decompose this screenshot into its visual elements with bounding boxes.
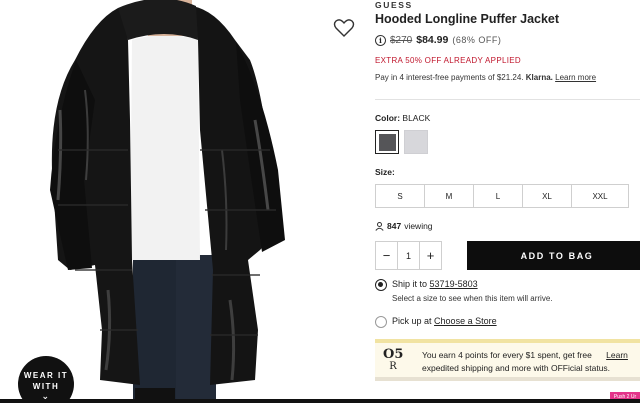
person-icon <box>375 221 384 231</box>
wishlist-heart-icon[interactable] <box>333 18 355 38</box>
size-option-xl[interactable]: XL <box>522 184 572 208</box>
pickup-option: Pick up at Choose a Store <box>392 316 497 326</box>
size-option-s[interactable]: S <box>375 184 425 208</box>
quantity-value[interactable]: 1 <box>397 241 420 270</box>
klarna-installments: Pay in 4 interest-free payments of $21.2… <box>375 73 596 82</box>
color-label-key: Color: <box>375 113 401 123</box>
product-details-panel: GUESS Hooded Longline Puffer Jacket i $2… <box>375 0 640 403</box>
klarna-text: Pay in 4 interest-free payments of $21.2… <box>375 73 524 82</box>
tshirt <box>130 35 200 260</box>
size-option-m[interactable]: M <box>424 184 474 208</box>
promo-text: EXTRA 50% OFF ALREADY APPLIED <box>375 56 521 65</box>
pickup-radio[interactable] <box>375 316 387 328</box>
rewards-line-1: You earn 4 points for every $1 spent, ge… <box>422 350 628 360</box>
viewing-count: 847 viewing <box>375 221 433 231</box>
discount-percent: (68% OFF) <box>452 35 502 45</box>
rewards-logo: O5 R <box>383 347 404 373</box>
size-option-xxl[interactable]: XXL <box>571 184 629 208</box>
divider <box>375 99 640 100</box>
add-to-bag-button[interactable]: ADD TO BAG <box>467 241 640 270</box>
viewing-label: viewing <box>404 221 433 231</box>
original-price: $270 <box>390 34 413 46</box>
zip-code-link[interactable]: 53719-5803 <box>430 279 478 289</box>
jeans-right <box>176 255 216 403</box>
ship-label: Ship it to <box>392 279 428 289</box>
rewards-logo-bottom: R <box>389 361 397 372</box>
product-brand[interactable]: GUESS <box>375 0 413 10</box>
size-option-l[interactable]: L <box>473 184 523 208</box>
rewards-logo-top: O5 <box>383 347 404 362</box>
rewards-banner: O5 R You earn 4 points for every $1 spen… <box>375 339 640 381</box>
price-row: i $270 $84.99 (68% OFF) <box>375 34 501 46</box>
quantity-stepper: − 1 + <box>375 241 442 270</box>
wear-it-label: WEAR IT <box>23 371 69 380</box>
quantity-increase-button[interactable]: + <box>419 241 442 270</box>
rewards-learn-link[interactable]: Learn <box>606 350 628 360</box>
klarna-logo: Klarna. <box>525 73 553 82</box>
product-image[interactable]: WEAR IT WITH ⌄ <box>0 0 362 403</box>
size-label: Size: <box>375 167 395 177</box>
product-photo <box>50 0 285 403</box>
choose-store-link[interactable]: Choose a Store <box>434 316 497 326</box>
ship-option: Ship it to 53719-5803 <box>392 279 478 289</box>
ship-radio[interactable] <box>375 279 387 291</box>
jeans-left <box>133 255 178 403</box>
ship-note: Select a size to see when this item will… <box>392 294 553 303</box>
pickup-label: Pick up at <box>392 316 432 326</box>
color-value: BLACK <box>402 113 431 123</box>
color-swatch-black[interactable] <box>375 130 399 154</box>
klarna-learn-more-link[interactable]: Learn more <box>555 73 596 82</box>
viewing-number: 847 <box>387 221 402 231</box>
rewards-line-1-text: You earn 4 points for every $1 spent, ge… <box>422 350 592 360</box>
size-selector: S M L XL XXL <box>375 184 629 208</box>
product-title: Hooded Longline Puffer Jacket <box>375 12 560 26</box>
info-icon[interactable]: i <box>375 34 386 46</box>
wear-it-with-button[interactable]: WEAR IT WITH ⌄ <box>18 356 74 403</box>
rewards-line-2: expedited shipping and more with OFFicia… <box>422 363 611 373</box>
color-label: Color: BLACK <box>375 113 430 123</box>
wear-with-label: WITH <box>32 382 60 391</box>
sale-price: $84.99 <box>416 34 449 46</box>
color-swatch-grey[interactable] <box>404 130 428 154</box>
bottom-strip <box>0 399 640 403</box>
quantity-decrease-button[interactable]: − <box>375 241 398 270</box>
